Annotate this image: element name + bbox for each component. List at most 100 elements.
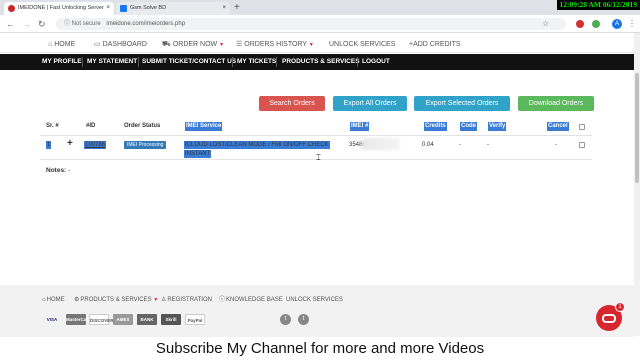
nav-my-profile[interactable]: MY PROFILE <box>42 54 82 70</box>
gear-icon: ⚙ <box>74 297 80 303</box>
page-scrollbar[interactable] <box>634 33 640 336</box>
download-orders-button[interactable]: Download Orders <box>518 96 594 111</box>
col-header-status: Order Status <box>124 123 161 129</box>
nav-home[interactable]: ⌂ HOME <box>48 39 75 50</box>
header-divider <box>40 135 592 136</box>
caret-down-icon: ▼ <box>219 42 225 48</box>
secondary-nav: MY PROFILE MY STATEMENT SUBMIT TICKET/CO… <box>0 54 640 70</box>
url-text: imeidone.com/imeiorders.php <box>106 21 186 27</box>
nav-divider <box>138 57 139 67</box>
col-header-imei: IMEI # <box>350 122 370 131</box>
info-icon: ⓘ <box>219 297 226 303</box>
nav-divider <box>276 57 277 67</box>
footer-link-knowledge-base[interactable]: ⓘKNOWLEDGE BASE <box>219 296 283 304</box>
menu-icon[interactable]: ⋮ <box>628 18 636 30</box>
payment-mastercard: MasterCard <box>66 314 91 325</box>
chat-notification-badge: 1 <box>615 302 625 312</box>
nav-divider <box>357 57 358 67</box>
mouse-cursor-icon: ⌶ <box>316 153 321 162</box>
notes-value: - <box>68 167 71 174</box>
row-cancel: - <box>555 142 557 148</box>
col-header-id: #ID <box>86 123 96 129</box>
browser-tab-bar: IMEIDONE | Fast Unlocking Server × Gsm S… <box>0 0 640 15</box>
cart-icon: ⛟ <box>162 41 171 48</box>
scrollbar-thumb[interactable] <box>635 73 639 183</box>
nav-products-services[interactable]: PRODUCTS & SERVICES <box>282 54 360 70</box>
twitter-icon[interactable]: t <box>298 314 309 325</box>
export-selected-orders-button[interactable]: Export Selected Orders <box>414 96 510 111</box>
payment-paypal: PayPal <box>185 314 205 325</box>
browser-tab-gsmsolve[interactable]: Gsm Solve BD × <box>116 2 230 15</box>
nav-submit-ticket[interactable]: SUBMIT TICKET/CONTACT US <box>142 54 236 70</box>
col-header-verify: Verify <box>488 122 507 131</box>
star-icon[interactable]: ☆ <box>542 18 549 30</box>
expand-row-icon[interactable]: + <box>67 139 73 149</box>
col-header-cancel: Cancel <box>547 122 569 131</box>
profile-avatar[interactable]: A <box>612 19 622 29</box>
new-tab-button[interactable]: + <box>234 1 240 14</box>
nav-my-tickets[interactable]: MY TICKETS <box>237 54 276 70</box>
payment-visa: VISA <box>46 317 58 322</box>
footer-link-home[interactable]: ⌂HOME <box>42 296 65 304</box>
dashboard-icon: ▭ <box>94 41 101 48</box>
row-select-checkbox[interactable] <box>579 142 585 148</box>
caret-down-icon: ▼ <box>153 297 159 303</box>
extension-icon[interactable] <box>576 20 584 28</box>
nav-divider <box>82 57 83 67</box>
twitter-icon[interactable]: t <box>280 314 291 325</box>
row-verify: - <box>487 142 489 148</box>
footer-link-unlock-services[interactable]: UNLOCK SERVICES <box>286 296 343 304</box>
row-service-line2: INSTANT <box>184 150 212 158</box>
payment-bank: BANK <box>137 314 157 325</box>
forward-icon[interactable]: → <box>22 18 31 30</box>
clock-overlay: 12:09:28 AM 06/12/2019 <box>556 0 640 10</box>
search-orders-button[interactable]: Search Orders <box>259 96 325 111</box>
row-order-id-link[interactable]: 100786 <box>84 141 107 149</box>
row-sr: 1 <box>46 141 52 149</box>
select-all-checkbox[interactable] <box>579 124 585 130</box>
row-service-line1: ICLOUD LOST/CLEAN MODE / FMI ON/OFF CHEC… <box>184 141 330 149</box>
row-code: - <box>459 142 461 148</box>
home-icon: ⌂ <box>48 41 53 48</box>
address-bar[interactable]: ⓘ Not secure imeidone.com/imeiorders.php <box>56 18 566 30</box>
nav-my-statement[interactable]: MY STATEMENT <box>87 54 137 70</box>
col-header-sr: Sr. # <box>46 123 59 129</box>
nav-dashboard[interactable]: ▭ DASHBOARD <box>94 39 147 50</box>
nav-divider <box>232 57 233 67</box>
col-header-service: IMEI Service <box>185 122 223 131</box>
nav-logout[interactable]: LOGOUT <box>362 54 390 70</box>
close-tab-icon[interactable]: × <box>222 2 226 15</box>
chat-bubble-icon <box>602 314 616 323</box>
facebook-favicon-icon <box>120 5 127 12</box>
imeidone-favicon-icon <box>8 5 15 12</box>
home-icon: ⌂ <box>42 297 46 303</box>
col-header-credits: Credits <box>424 122 447 131</box>
user-plus-icon: ♙ <box>161 297 167 303</box>
reload-icon[interactable]: ↻ <box>38 18 46 30</box>
live-chat-button[interactable]: 1 <box>596 302 625 331</box>
notes-label: Notes: <box>46 167 67 174</box>
footer-link-registration[interactable]: ♙REGISTRATION <box>161 296 212 304</box>
site-top-nav: ⌂ HOME ▭ DASHBOARD ⛟ ORDER NOW ▼ ☰ ORDERS HI… <box>0 36 640 53</box>
status-badge: IMEI Processing <box>124 141 167 149</box>
row-credits: 0.04 <box>422 142 434 148</box>
list-icon: ☰ <box>236 41 243 48</box>
export-all-orders-button[interactable]: Export All Orders <box>333 96 407 111</box>
back-icon[interactable]: ← <box>6 18 15 30</box>
nav-order-now[interactable]: ⛟ ORDER NOW ▼ <box>162 39 224 51</box>
extension-icon[interactable] <box>592 20 600 28</box>
nav-unlock-services[interactable]: UNLOCK SERVICES <box>329 39 395 50</box>
notes: Notes: - <box>46 167 70 174</box>
not-secure-indicator[interactable]: ⓘ Not secure <box>64 21 101 27</box>
video-caption: Subscribe My Channel for more and more V… <box>0 337 640 360</box>
browser-tab-imeidone[interactable]: IMEIDONE | Fast Unlocking Server × <box>4 2 114 15</box>
footer-link-products[interactable]: ⚙PRODUCTS & SERVICES ▼ <box>74 296 158 304</box>
col-header-code: Code <box>460 122 477 131</box>
payment-skrill: Skrill <box>161 314 181 325</box>
close-tab-icon[interactable]: × <box>106 2 110 15</box>
caret-down-icon: ▼ <box>308 42 314 48</box>
browser-toolbar: ← → ↻ ⓘ Not secure imeidone.com/imeiorde… <box>0 15 640 33</box>
nav-add-credits[interactable]: +ADD CREDITS <box>409 39 461 50</box>
payment-discover: DISCOVER <box>89 314 114 325</box>
nav-orders-history[interactable]: ☰ ORDERS HISTORY ▼ <box>236 39 314 51</box>
